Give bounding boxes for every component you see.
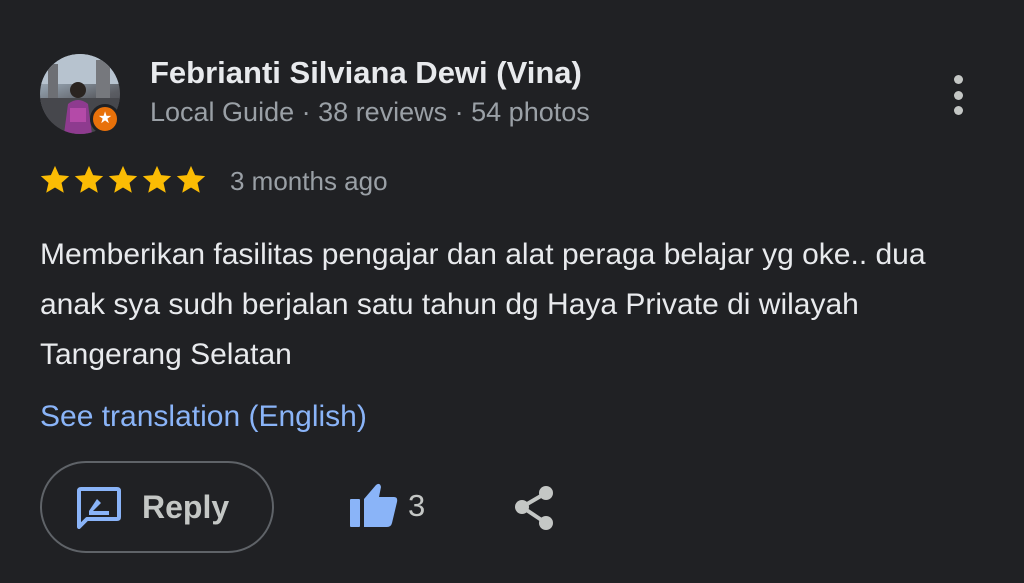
review-card: ★ Febrianti Silviana Dewi (Vina) Local G… xyxy=(0,0,1024,583)
star-icon xyxy=(142,165,172,193)
reply-icon xyxy=(77,487,121,529)
dot xyxy=(953,75,963,84)
dot xyxy=(953,106,963,115)
reviewer-meta: Local Guide · 38 reviews · 54 photos xyxy=(150,97,590,127)
share-icon[interactable] xyxy=(512,485,556,531)
see-translation-link[interactable]: See translation (English) xyxy=(40,400,367,434)
star-rating xyxy=(38,163,208,199)
reply-button[interactable]: Reply xyxy=(40,461,274,553)
reply-label: Reply xyxy=(142,489,230,525)
review-time: 3 months ago xyxy=(230,166,388,196)
avatar[interactable]: ★ xyxy=(40,54,120,134)
dot xyxy=(953,90,963,100)
like-count: 3 xyxy=(408,488,426,523)
more-options-icon[interactable] xyxy=(938,72,978,118)
star-icon xyxy=(176,165,206,193)
review-text: Memberikan fasilitas pengajar dan alat p… xyxy=(40,238,926,371)
local-guide-badge-icon: ★ xyxy=(90,104,120,134)
thumbs-up-icon[interactable] xyxy=(350,483,398,527)
star-icon xyxy=(40,165,70,193)
star-icon xyxy=(74,165,104,193)
star-icon xyxy=(108,165,138,193)
reviewer-name[interactable]: Febrianti Silviana Dewi (Vina) xyxy=(150,55,582,91)
